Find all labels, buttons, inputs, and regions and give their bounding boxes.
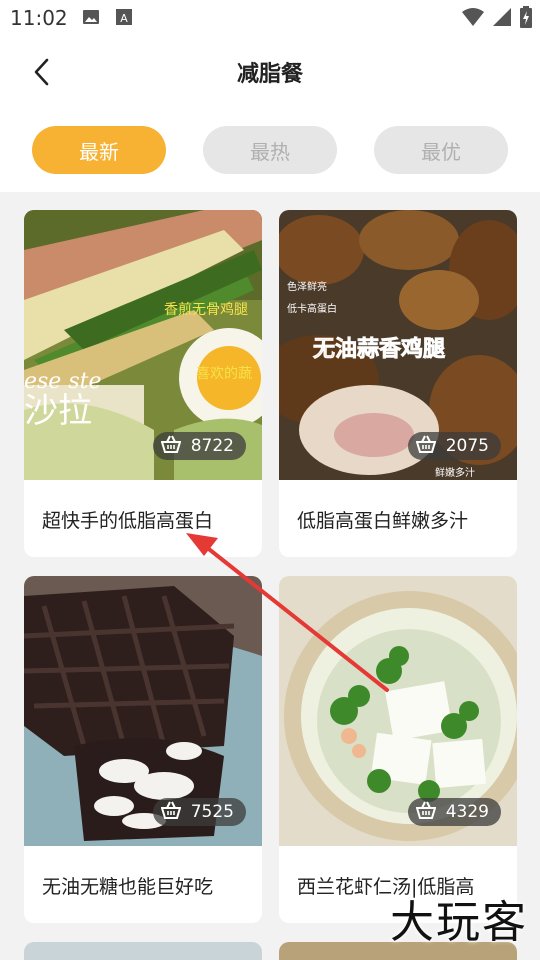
watermark-logo: 大玩客 — [390, 897, 528, 948]
image-icon — [82, 8, 100, 30]
recipe-title: 低脂高蛋白鲜嫩多汁 — [297, 510, 469, 532]
status-bar: 11:02 A — [0, 0, 540, 36]
view-count-badge: 7525 — [152, 798, 246, 826]
wifi-icon — [462, 7, 484, 31]
view-count-badge: 2075 — [407, 432, 501, 460]
view-count: 7525 — [190, 802, 234, 822]
basket-icon — [415, 435, 437, 458]
filter-tabs: 最新 最热 最优 — [0, 110, 540, 192]
tab-newest[interactable]: 最新 — [32, 126, 166, 174]
image-caption: 色泽鲜亮 — [287, 280, 327, 293]
basket-icon — [160, 435, 182, 458]
recipe-card-partial[interactable] — [24, 942, 262, 960]
view-count: 8722 — [190, 436, 234, 456]
image-caption: 沙拉 — [24, 391, 92, 431]
tab-best[interactable]: 最优 — [374, 126, 508, 174]
recipe-card[interactable]: 香煎无骨鸡腿 喜欢的蔬 ese ste 沙拉 8722 超快手的低脂高蛋白 — [24, 210, 262, 557]
page-title: 减脂餐 — [236, 62, 303, 87]
recipe-card[interactable]: 7525 无油无糖也能巨好吃 — [24, 576, 262, 923]
view-count: 4329 — [445, 802, 489, 822]
font-icon: A — [116, 8, 132, 30]
battery-icon — [520, 6, 532, 32]
signal-icon — [492, 7, 512, 31]
top-nav-bar: 减脂餐 — [0, 36, 540, 110]
basket-icon — [415, 801, 437, 824]
image-caption: 鲜嫩多汁 — [435, 466, 475, 479]
image-caption: 香煎无骨鸡腿 — [164, 301, 248, 318]
recipe-title: 超快手的低脂高蛋白 — [42, 510, 214, 532]
tab-hottest[interactable]: 最热 — [203, 126, 337, 174]
image-caption: 喜欢的蔬 — [196, 366, 252, 382]
image-caption: 无油蒜香鸡腿 — [313, 336, 445, 362]
image-caption: 低卡高蛋白 — [287, 302, 337, 315]
view-count-badge: 8722 — [152, 432, 246, 460]
status-time: 11:02 — [10, 6, 68, 30]
recipe-title: 无油无糖也能巨好吃 — [42, 876, 214, 898]
recipe-card[interactable]: 色泽鲜亮 低卡高蛋白 无油蒜香鸡腿 鲜嫩多汁 2075 低脂高蛋白鲜嫩多汁 — [279, 210, 517, 557]
basket-icon — [160, 801, 182, 824]
view-count-badge: 4329 — [407, 798, 501, 826]
view-count: 2075 — [445, 436, 489, 456]
recipe-card[interactable]: 4329 西兰花虾仁汤|低脂高 — [279, 576, 517, 923]
svg-text:A: A — [120, 12, 128, 25]
